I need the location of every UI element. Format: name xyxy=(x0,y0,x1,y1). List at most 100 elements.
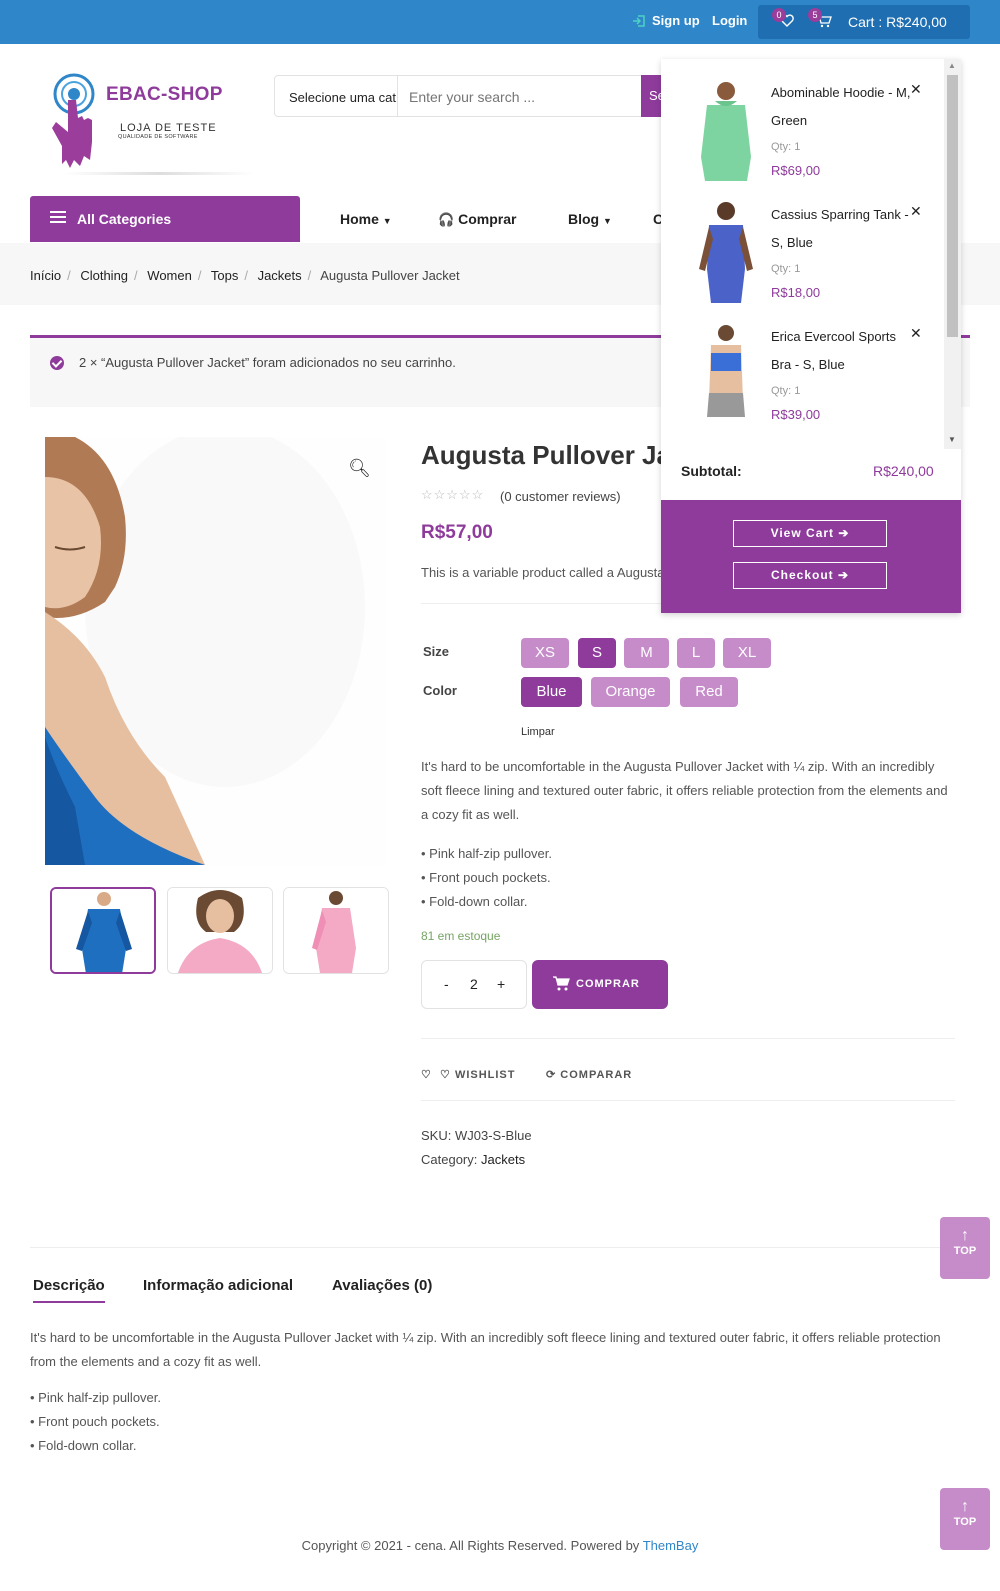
login-link[interactable]: Login xyxy=(712,13,747,28)
logo-hand-icon xyxy=(52,73,95,168)
all-categories-button[interactable]: All Categories xyxy=(30,196,300,242)
back-to-top-button[interactable]: ↑ TOP xyxy=(940,1488,990,1550)
breadcrumb-link[interactable]: Tops xyxy=(211,268,238,283)
arrow-up-icon: ↑ xyxy=(961,1498,969,1515)
breadcrumb-separator: / xyxy=(134,268,138,283)
breadcrumb-link[interactable]: Women xyxy=(147,268,192,283)
tab-informacao-adicional[interactable]: Informação adicional xyxy=(143,1277,293,1294)
search-divider xyxy=(397,76,398,116)
caret-down-icon: ▼ xyxy=(382,216,392,226)
nav-item-home[interactable]: Home ▼ xyxy=(340,211,392,227)
product-main-image[interactable] xyxy=(45,437,385,865)
breadcrumb-separator: / xyxy=(67,268,71,283)
cart-box[interactable]: 0 5 Cart : R$240,00 xyxy=(758,5,970,39)
logo-shadow xyxy=(64,172,254,175)
clear-selection-link[interactable]: Limpar xyxy=(521,726,555,738)
site-logo[interactable]: EBAC-SHOP LOJA DE TESTE QUALIDADE DE SOF… xyxy=(44,72,254,175)
breadcrumb-link[interactable]: Início xyxy=(30,268,61,283)
category-link[interactable]: Jackets xyxy=(481,1152,525,1167)
remove-item-button[interactable]: ✕ xyxy=(910,203,922,220)
nav-item-comprar[interactable]: 🎧 Comprar xyxy=(438,211,516,228)
view-cart-button[interactable]: View Cart ➔ xyxy=(733,520,887,547)
sku-value: WJ03-S-Blue xyxy=(454,1128,532,1143)
item-qty: Qty: 1 xyxy=(771,385,801,397)
cart-icon xyxy=(553,976,570,991)
scroll-up-icon[interactable]: ▲ xyxy=(948,61,956,70)
signup-link[interactable]: Sign up xyxy=(632,13,700,28)
item-name[interactable]: Erica Evercool Sports Bra - S, Blue xyxy=(771,323,911,379)
breadcrumb-separator: / xyxy=(307,268,312,283)
size-option-m[interactable]: M xyxy=(624,638,669,668)
top-bar: Sign up Login 0 5 Cart : R$240,00 xyxy=(0,0,1000,44)
product-thumbnail[interactable] xyxy=(167,887,273,974)
item-qty: Qty: 1 xyxy=(771,141,801,153)
arrow-up-icon: ↑ xyxy=(961,1227,969,1244)
search-category-select[interactable]: Selecione uma cat xyxy=(289,90,396,105)
item-thumbnail xyxy=(699,202,753,303)
color-option-red[interactable]: Red xyxy=(680,677,738,707)
product-bullets: • Pink half-zip pullover. • Front pouch … xyxy=(421,842,552,914)
cart-total[interactable]: Cart : R$240,00 xyxy=(848,14,947,30)
checkout-button[interactable]: Checkout ➔ xyxy=(733,562,887,589)
mini-cart-scrollbar[interactable]: ▲ ▼ xyxy=(944,59,961,449)
breadcrumb-link[interactable]: Clothing xyxy=(80,268,128,283)
item-thumbnail xyxy=(707,325,745,417)
tab-descricao[interactable]: Descrição xyxy=(33,1277,105,1303)
remove-item-button[interactable]: ✕ xyxy=(910,81,922,98)
scroll-down-icon[interactable]: ▼ xyxy=(948,435,956,444)
back-to-top-button[interactable]: ↑ TOP xyxy=(940,1217,990,1279)
subtotal-value: R$240,00 xyxy=(873,463,934,479)
item-name[interactable]: Abominable Hoodie - M, Green xyxy=(771,79,911,135)
quantity-input[interactable]: 2 xyxy=(470,976,478,992)
size-option-l[interactable]: L xyxy=(677,638,715,668)
mini-cart-dropdown: Abominable Hoodie - M, Green Qty: 1 R$69… xyxy=(661,59,961,613)
sku-label: SKU: xyxy=(421,1128,452,1143)
breadcrumb: Início / Clothing / Women / Tops / Jackets / … xyxy=(30,268,460,283)
rating-stars: ☆☆☆☆☆ xyxy=(421,487,485,502)
list-item: • Pink half-zip pullover. xyxy=(421,846,553,861)
size-option-s[interactable]: S xyxy=(578,638,616,668)
wishlist-button[interactable]: 0 xyxy=(772,8,794,30)
product-thumbnail[interactable] xyxy=(50,887,156,974)
color-option-blue[interactable]: Blue xyxy=(521,677,582,707)
nav-item-blog[interactable]: Blog ▼ xyxy=(568,211,612,227)
cart-button[interactable]: 5 xyxy=(808,8,832,31)
add-to-cart-label: COMPRAR xyxy=(576,978,640,990)
size-option-xs[interactable]: XS xyxy=(521,638,569,668)
product-sku: SKU: WJ03-S-Blue xyxy=(421,1128,532,1143)
quantity-increase-button[interactable]: + xyxy=(497,976,505,992)
mini-cart-item: Cassius Sparring Tank - S, Blue Qty: 1 R… xyxy=(661,181,941,303)
compare-action[interactable]: ⟳ COMPARAR xyxy=(546,1068,632,1081)
product-thumbnail[interactable] xyxy=(283,887,389,974)
scrollbar-thumb[interactable] xyxy=(947,75,958,337)
stock-status: 81 em estoque xyxy=(421,929,501,943)
search-input[interactable] xyxy=(409,89,629,105)
footer-link[interactable]: ThemBay xyxy=(643,1538,699,1553)
mini-cart-footer: View Cart ➔ Checkout ➔ xyxy=(661,500,961,613)
wishlist-count-badge: 0 xyxy=(772,8,786,22)
wishlist-label: WISHLIST xyxy=(454,1069,516,1081)
zoom-icon[interactable]: 🔍︎ xyxy=(348,458,371,479)
tab-description-text: It's hard to be uncomfortable in the Aug… xyxy=(30,1330,941,1369)
add-to-cart-button[interactable]: COMPRAR xyxy=(532,960,668,1009)
product-price: R$57,00 xyxy=(421,522,493,543)
signup-label: Sign up xyxy=(652,13,700,28)
tab-avaliacoes[interactable]: Avaliações (0) xyxy=(332,1277,432,1294)
reviews-link[interactable]: (0 customer reviews) xyxy=(500,489,621,504)
remove-item-button[interactable]: ✕ xyxy=(910,325,922,342)
footer: Copyright © 2021 - cena. All Rights Rese… xyxy=(0,1538,1000,1553)
headset-icon: 🎧 xyxy=(438,212,455,227)
color-option-orange[interactable]: Orange xyxy=(591,677,670,707)
category-label: Category: xyxy=(421,1152,478,1167)
logo-tagline-small: QUALIDADE DE SOFTWARE xyxy=(118,134,198,140)
heart-icon: ♡ xyxy=(440,1069,451,1081)
wishlist-action[interactable]: ♡ ♡ WISHLIST xyxy=(421,1068,516,1081)
item-name[interactable]: Cassius Sparring Tank - S, Blue xyxy=(771,201,911,257)
breadcrumb-separator: / xyxy=(244,268,248,283)
breadcrumb-separator: / xyxy=(197,268,202,283)
breadcrumb-link[interactable]: Jackets xyxy=(258,268,302,283)
signin-icon xyxy=(633,14,645,27)
product-photo xyxy=(45,437,385,865)
size-option-xl[interactable]: XL xyxy=(723,638,771,668)
quantity-decrease-button[interactable]: - xyxy=(444,976,449,992)
